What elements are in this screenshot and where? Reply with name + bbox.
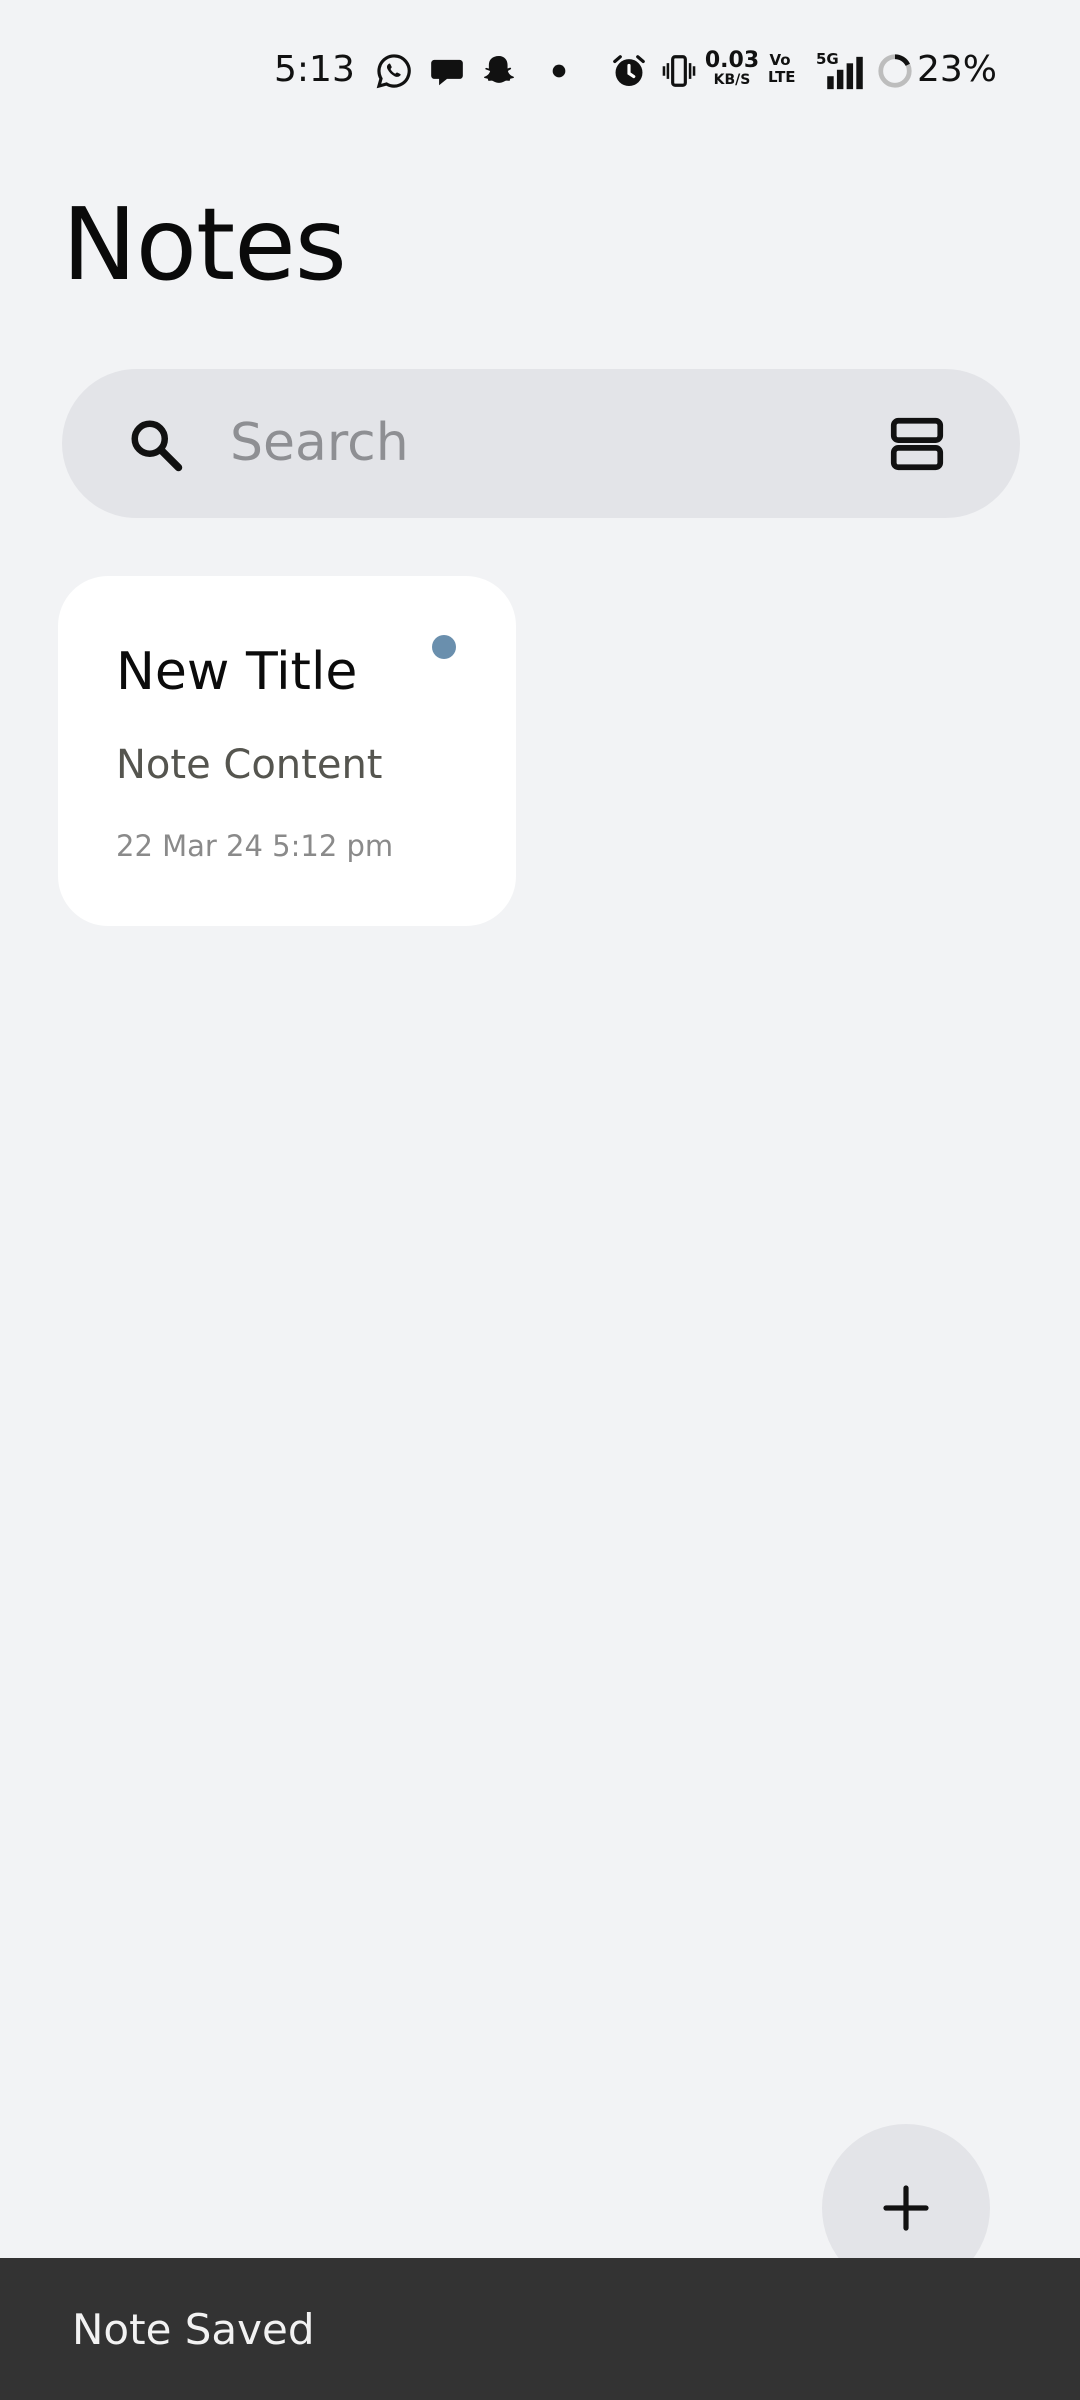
- snapchat-icon: [484, 55, 514, 83]
- page-title: Notes: [62, 186, 347, 303]
- search-bar[interactable]: [62, 369, 1020, 518]
- note-card[interactable]: New Title Note Content 22 Mar 24 5:12 pm: [58, 576, 516, 926]
- snackbar-message: Note Saved: [72, 2305, 315, 2354]
- search-input[interactable]: [230, 403, 870, 483]
- vibrate-icon: [662, 55, 696, 87]
- alarm-icon: [613, 55, 645, 87]
- note-color-dot: [432, 635, 456, 659]
- whatsapp-icon: [376, 54, 411, 89]
- notification-dot-icon: [552, 64, 566, 78]
- view-toggle-icon[interactable]: [886, 413, 948, 475]
- battery-percentage: 23%: [917, 49, 998, 90]
- battery-ring-icon: [878, 54, 912, 88]
- note-title: New Title: [116, 642, 358, 702]
- search-icon: [131, 420, 183, 472]
- plus-icon: [883, 2185, 929, 2231]
- status-bar: 5:13 0.03 KB/S Vo LTE 5G 23%: [0, 0, 1080, 140]
- note-content: Note Content: [116, 742, 383, 788]
- chat-bubble-icon: [431, 59, 463, 86]
- snackbar: Note Saved: [0, 2258, 1080, 2400]
- note-date: 22 Mar 24 5:12 pm: [116, 829, 394, 863]
- signal-icon: [827, 56, 863, 90]
- status-time: 5:13: [274, 49, 355, 90]
- volte-indicator: Vo LTE: [768, 51, 796, 86]
- network-speed: 0.03 KB/S: [704, 48, 760, 89]
